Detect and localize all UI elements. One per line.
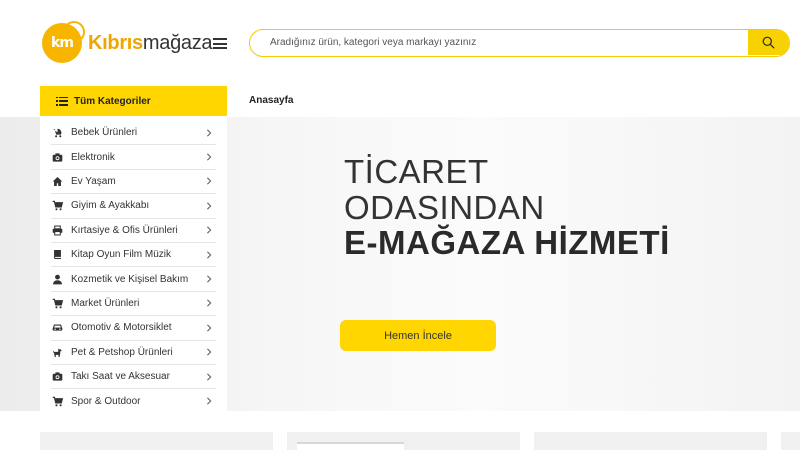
chevron-right-icon (205, 251, 213, 259)
category-item[interactable]: Giyim & Ayakkabı (51, 194, 216, 219)
hero-title-line3: E-MAĞAZA HİZMETİ (344, 224, 670, 261)
cart-icon (51, 200, 63, 211)
category-label: Giyim & Ayakkabı (71, 200, 150, 212)
category-label: Ev Yaşam (71, 175, 116, 187)
site-logo[interactable]: km Kıbrısmağaza (42, 21, 213, 65)
chevron-right-icon (205, 324, 213, 332)
category-item[interactable]: Kozmetik ve Kişisel Bakım (51, 267, 216, 292)
hero-title-line2: ODASINDAN (344, 189, 545, 226)
category-item[interactable]: Pet & Petshop Ürünleri (51, 341, 216, 365)
search-input[interactable] (270, 30, 740, 55)
category-label: Kozmetik ve Kişisel Bakım (71, 273, 189, 285)
category-label: Spor & Outdoor (71, 395, 141, 407)
category-list: Bebek Ürünleri Elektronik Ev Yaşam Giyim & … (40, 117, 227, 411)
logo-mark-text: km (51, 35, 74, 51)
category-item[interactable]: Kırtasiye & Ofis Ürünleri (51, 219, 216, 243)
category-label: Kitap Oyun Film Müzik (71, 249, 172, 261)
user-icon (51, 274, 63, 285)
search-icon (762, 36, 775, 49)
search-button[interactable] (748, 30, 789, 55)
category-label: Market Ürünleri (71, 297, 140, 309)
chevron-right-icon (205, 226, 213, 234)
baby-carriage-icon (51, 127, 63, 138)
product-card[interactable] (534, 432, 767, 450)
category-item[interactable]: Otomotiv & Motorsiklet (51, 316, 216, 341)
logo-mark: km (42, 21, 85, 63)
category-label: Bebek Ürünleri (71, 127, 138, 139)
chevron-right-icon (205, 177, 213, 186)
chevron-right-icon (205, 153, 213, 161)
chevron-right-icon (205, 275, 213, 283)
chevron-right-icon (205, 129, 213, 137)
camera-icon (51, 152, 63, 163)
product-card[interactable] (40, 432, 273, 450)
category-label: Takı Saat ve Aksesuar (71, 371, 170, 383)
cart-icon (51, 298, 63, 309)
logo-text-bold: Kıbrıs (88, 31, 143, 54)
list-icon (56, 96, 68, 106)
chevron-right-icon (205, 372, 213, 381)
book-icon (51, 249, 63, 260)
logo-text-regular: mağaza (142, 31, 213, 54)
category-item[interactable]: Kitap Oyun Film Müzik (51, 243, 216, 268)
printer-icon (51, 225, 63, 236)
category-item[interactable]: Market Ürünleri (51, 292, 216, 317)
hamburger-menu-icon[interactable] (213, 38, 227, 49)
search-bar (249, 29, 790, 57)
camera-icon (51, 371, 63, 382)
category-label: Pet & Petshop Ürünleri (71, 346, 173, 358)
category-item[interactable]: Spor & Outdoor (51, 389, 216, 413)
home-icon (51, 176, 63, 187)
product-card[interactable] (781, 432, 800, 450)
chevron-right-icon (205, 202, 213, 210)
product-card[interactable] (287, 432, 520, 450)
category-item[interactable]: Takı Saat ve Aksesuar (51, 365, 216, 390)
category-label: Elektronik (71, 151, 115, 163)
car-icon (51, 322, 63, 333)
dog-icon (51, 347, 63, 358)
all-categories-button[interactable]: Tüm Kategoriler (40, 86, 227, 116)
hero-title-line1: TİCARET (344, 153, 489, 190)
breadcrumb-home[interactable]: Anasayfa (249, 95, 293, 106)
chevron-right-icon (205, 348, 213, 356)
product-image (297, 442, 404, 450)
category-label: Kırtasiye & Ofis Ürünleri (71, 224, 178, 236)
hero-cta-button[interactable]: Hemen İncele (340, 320, 496, 351)
cart-icon (51, 396, 63, 407)
logo-text: Kıbrısmağaza (88, 31, 213, 55)
category-label: Otomotiv & Motorsiklet (71, 322, 172, 334)
category-item[interactable]: Elektronik (51, 145, 216, 170)
chevron-right-icon (205, 299, 213, 308)
category-item[interactable]: Bebek Ürünleri (51, 121, 216, 146)
all-categories-label: Tüm Kategoriler (74, 95, 151, 107)
category-item[interactable]: Ev Yaşam (51, 170, 216, 195)
chevron-right-icon (205, 397, 213, 406)
